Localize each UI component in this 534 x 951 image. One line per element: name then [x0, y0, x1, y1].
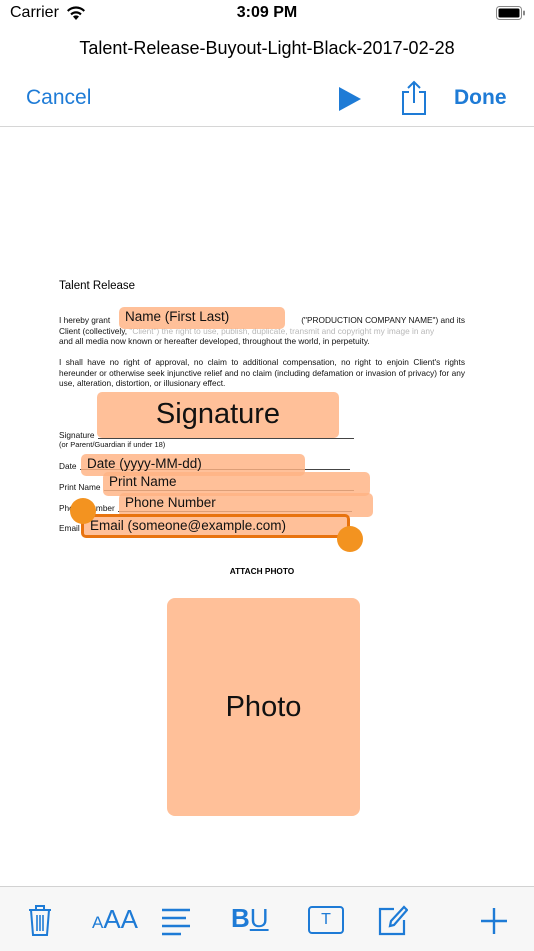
bold-underline-button[interactable]: BU: [231, 903, 271, 935]
add-icon[interactable]: [480, 904, 508, 936]
clock: 3:09 PM: [236, 4, 298, 21]
nav-divider: [0, 126, 534, 127]
email-label: Email: [59, 523, 80, 533]
date-label: Date: [59, 461, 77, 471]
battery-icon: [496, 6, 525, 20]
signature-label: Signature: [59, 430, 95, 440]
cancel-button[interactable]: Cancel: [26, 86, 91, 110]
paragraph-1-rest: ("PRODUCTION COMPANY NAME") and its: [301, 315, 465, 325]
font-size-small-a: A: [92, 913, 104, 932]
signature-field[interactable]: Signature: [97, 392, 339, 438]
paragraph-1-client-prefix: Client (collectively,: [59, 325, 128, 336]
font-size-button[interactable]: AAA: [92, 904, 138, 936]
attach-photo-label: ATTACH PHOTO: [229, 566, 295, 576]
share-icon[interactable]: [400, 80, 428, 116]
guardian-note: (or Parent/Guardian if under 18): [59, 440, 166, 449]
text-field-button[interactable]: T: [308, 906, 344, 934]
resize-handle-bottom-right[interactable]: [337, 526, 363, 552]
font-size-label: AA: [103, 904, 139, 934]
status-bar: Carrier 3:09 PM: [0, 0, 534, 28]
document-title: Talent-Release-Buyout-Light-Black-2017-0…: [79, 38, 455, 58]
text-field-icon: T: [321, 911, 331, 928]
email-field[interactable]: Email (someone@example.com): [81, 514, 350, 538]
bold-label: B: [231, 903, 250, 933]
resize-handle-top-left[interactable]: [70, 498, 96, 524]
trash-icon[interactable]: [26, 904, 54, 936]
print-name-label: Print Name: [59, 482, 101, 492]
release-paragraph-2: I shall have no right of approval, no cl…: [59, 357, 465, 388]
document-heading: Talent Release: [59, 280, 136, 292]
edit-icon[interactable]: [378, 904, 408, 936]
done-button[interactable]: Done: [454, 86, 507, 110]
paragraph-1-line-3: and all media now known or hereafter dev…: [59, 336, 370, 346]
paragraph-1-start: I hereby grant: [59, 315, 111, 325]
photo-field[interactable]: Photo: [167, 598, 360, 816]
name-field[interactable]: Name (First Last): [119, 307, 285, 329]
play-icon[interactable]: [338, 86, 362, 112]
underline-label: U: [249, 903, 269, 933]
signature-line: [98, 438, 354, 439]
align-icon[interactable]: [161, 904, 191, 936]
